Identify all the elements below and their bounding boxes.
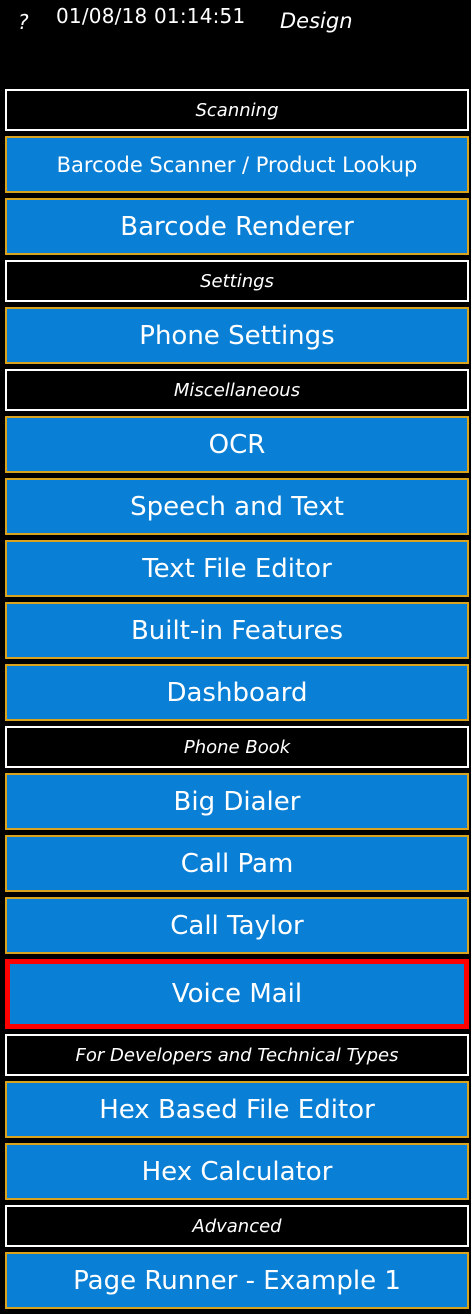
section-header-miscellaneous: Miscellaneous [5, 369, 469, 411]
top-bar: ? 01/08/18 01:14:51 Design [0, 0, 471, 86]
voice-mail-button[interactable]: Voice Mail [5, 959, 469, 1029]
section-header-advanced: Advanced [5, 1205, 469, 1247]
section-header-scanning: Scanning [5, 89, 469, 131]
dashboard-button[interactable]: Dashboard [5, 664, 469, 721]
text-file-editor-button[interactable]: Text File Editor [5, 540, 469, 597]
call-pam-button[interactable]: Call Pam [5, 835, 469, 892]
section-header-phone-book: Phone Book [5, 726, 469, 768]
call-taylor-button[interactable]: Call Taylor [5, 897, 469, 954]
big-dialer-button[interactable]: Big Dialer [5, 773, 469, 830]
mode-label[interactable]: Design [280, 9, 353, 33]
speech-and-text-button[interactable]: Speech and Text [5, 478, 469, 535]
datetime-label: 01/08/18 01:14:51 [56, 4, 246, 28]
ocr-button[interactable]: OCR [5, 416, 469, 473]
page-runner-button[interactable]: Page Runner - Example 1 [5, 1252, 469, 1309]
barcode-scanner-button[interactable]: Barcode Scanner / Product Lookup [5, 136, 469, 193]
hex-file-editor-button[interactable]: Hex Based File Editor [5, 1081, 469, 1138]
hex-calculator-button[interactable]: Hex Calculator [5, 1143, 469, 1200]
section-header-developers: For Developers and Technical Types [5, 1034, 469, 1076]
built-in-features-button[interactable]: Built-in Features [5, 602, 469, 659]
barcode-renderer-button[interactable]: Barcode Renderer [5, 198, 469, 255]
help-icon[interactable]: ? [18, 10, 29, 34]
section-header-settings: Settings [5, 260, 469, 302]
menu-list: Scanning Barcode Scanner / Product Looku… [5, 89, 469, 1314]
phone-settings-button[interactable]: Phone Settings [5, 307, 469, 364]
